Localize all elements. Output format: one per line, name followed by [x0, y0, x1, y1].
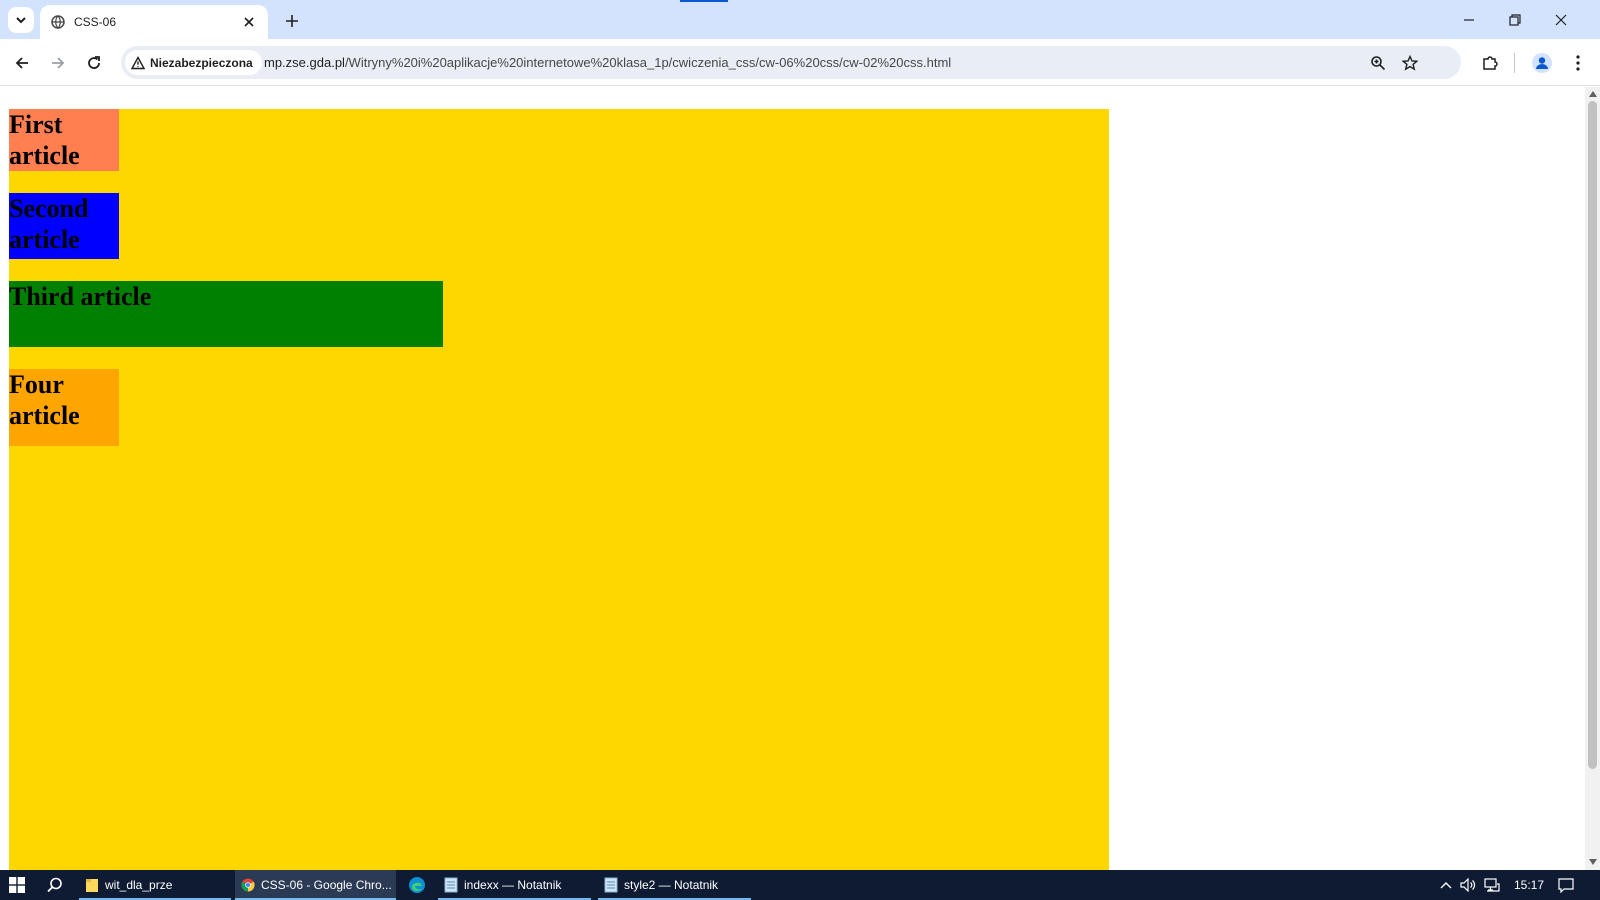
- security-chip[interactable]: Niezabezpieczona: [125, 50, 262, 75]
- notepad-icon: [444, 877, 458, 893]
- network-icon: [1484, 878, 1500, 892]
- taskbar-clock[interactable]: 15:17: [1514, 870, 1544, 900]
- tab-title: CSS-06: [74, 15, 117, 29]
- notepad-icon: [604, 877, 618, 893]
- edge-icon: [409, 877, 425, 893]
- taskbar-item-label: style2 — Notatnik: [624, 878, 719, 892]
- avatar-icon: [1532, 53, 1552, 73]
- close-window-button[interactable]: [1538, 0, 1584, 39]
- minimize-icon: [1464, 18, 1474, 21]
- close-icon: [1555, 14, 1567, 25]
- windows-taskbar: wit_dla_prze CSS-06 - Google Chro... ind…: [0, 870, 1600, 900]
- arrow-left-icon: [15, 57, 28, 69]
- chevron-up-icon: [1440, 882, 1452, 889]
- article-second: Second article: [9, 193, 119, 259]
- address-bar[interactable]: Niezabezpieczona mp.zse.gda.pl/Witryny%2…: [121, 46, 1461, 79]
- tab-css-06[interactable]: CSS-06: [40, 5, 268, 39]
- toolbar-separator: [1514, 53, 1515, 73]
- network-button[interactable]: [1484, 877, 1500, 893]
- profile-button[interactable]: [1528, 49, 1556, 77]
- taskbar-item-notepad-indexx[interactable]: indexx — Notatnik: [438, 870, 591, 900]
- puzzle-icon: [1483, 56, 1498, 70]
- restore-button[interactable]: [1492, 0, 1538, 39]
- windows-logo-icon: [9, 877, 25, 893]
- chrome-icon: [241, 878, 255, 892]
- scroll-up-arrow[interactable]: [1588, 89, 1597, 98]
- menu-button[interactable]: [1564, 49, 1592, 77]
- url-path: /Witryny%20i%20aplikacje%20internetowe%2…: [344, 55, 952, 70]
- reload-icon: [88, 56, 100, 69]
- article-label: First article: [9, 110, 80, 170]
- url-host: mp.zse.gda.pl: [264, 55, 345, 70]
- article-label: Four article: [9, 370, 80, 430]
- more-vertical-icon: [1576, 55, 1580, 71]
- speaker-icon: [1460, 878, 1476, 892]
- taskbar-search-button[interactable]: [44, 875, 66, 895]
- back-button[interactable]: [8, 49, 36, 77]
- article-label: Third article: [9, 282, 152, 311]
- plus-icon: [286, 15, 298, 27]
- taskbar-item-explorer[interactable]: wit_dla_prze: [79, 870, 231, 900]
- minimize-button[interactable]: [1446, 0, 1492, 39]
- taskbar-item-label: indexx — Notatnik: [464, 878, 562, 892]
- vertical-scrollbar[interactable]: [1585, 87, 1600, 870]
- star-icon: [1402, 55, 1418, 71]
- notification-icon: [1558, 877, 1574, 893]
- warning-icon: [131, 55, 145, 69]
- search-icon: [47, 877, 62, 893]
- globe-icon: [50, 14, 66, 30]
- tab-search-button[interactable]: [8, 7, 34, 33]
- chevron-down-icon: [16, 17, 26, 24]
- main-container: First article Second article Third artic…: [9, 109, 1109, 870]
- article-first: First article: [9, 109, 119, 171]
- taskbar-item-label: wit_dla_prze: [105, 878, 173, 892]
- article-third: Third article: [9, 281, 443, 347]
- browser-toolbar: Niezabezpieczona mp.zse.gda.pl/Witryny%2…: [0, 39, 1600, 86]
- bookmark-button[interactable]: [1397, 50, 1423, 76]
- start-button[interactable]: [6, 875, 28, 895]
- zoom-in-icon: [1371, 56, 1386, 71]
- article-four: Four article: [9, 369, 119, 446]
- page-viewport: First article Second article Third artic…: [0, 87, 1585, 870]
- taskbar-item-notepad-style2[interactable]: style2 — Notatnik: [598, 870, 751, 900]
- taskbar-item-label: CSS-06 - Google Chro...: [261, 878, 392, 892]
- volume-button[interactable]: [1460, 877, 1476, 893]
- caret-up-icon: [1588, 90, 1597, 97]
- arrow-right-icon: [52, 57, 65, 69]
- scroll-thumb[interactable]: [1588, 101, 1597, 769]
- new-tab-button[interactable]: [280, 9, 304, 33]
- url-text: mp.zse.gda.pl/Witryny%20i%20aplikacje%20…: [264, 46, 951, 79]
- restore-icon: [1509, 13, 1521, 26]
- article-label: Second article: [9, 194, 89, 254]
- caret-down-icon: [1588, 858, 1597, 865]
- scroll-down-arrow[interactable]: [1588, 857, 1597, 866]
- zoom-button[interactable]: [1365, 50, 1391, 76]
- extensions-button[interactable]: [1476, 49, 1504, 77]
- taskbar-item-edge[interactable]: [402, 870, 430, 900]
- tab-strip-indicator: [680, 0, 728, 2]
- taskbar-item-chrome[interactable]: CSS-06 - Google Chro...: [235, 870, 396, 900]
- notifications-button[interactable]: [1558, 877, 1574, 893]
- security-label: Niezabezpieczona: [150, 55, 253, 70]
- close-tab-icon[interactable]: [240, 13, 258, 31]
- tray-overflow-button[interactable]: [1438, 877, 1454, 893]
- tab-strip: CSS-06: [0, 0, 1600, 39]
- reload-button[interactable]: [80, 49, 108, 77]
- folder-icon: [86, 879, 98, 892]
- forward-button[interactable]: [44, 49, 72, 77]
